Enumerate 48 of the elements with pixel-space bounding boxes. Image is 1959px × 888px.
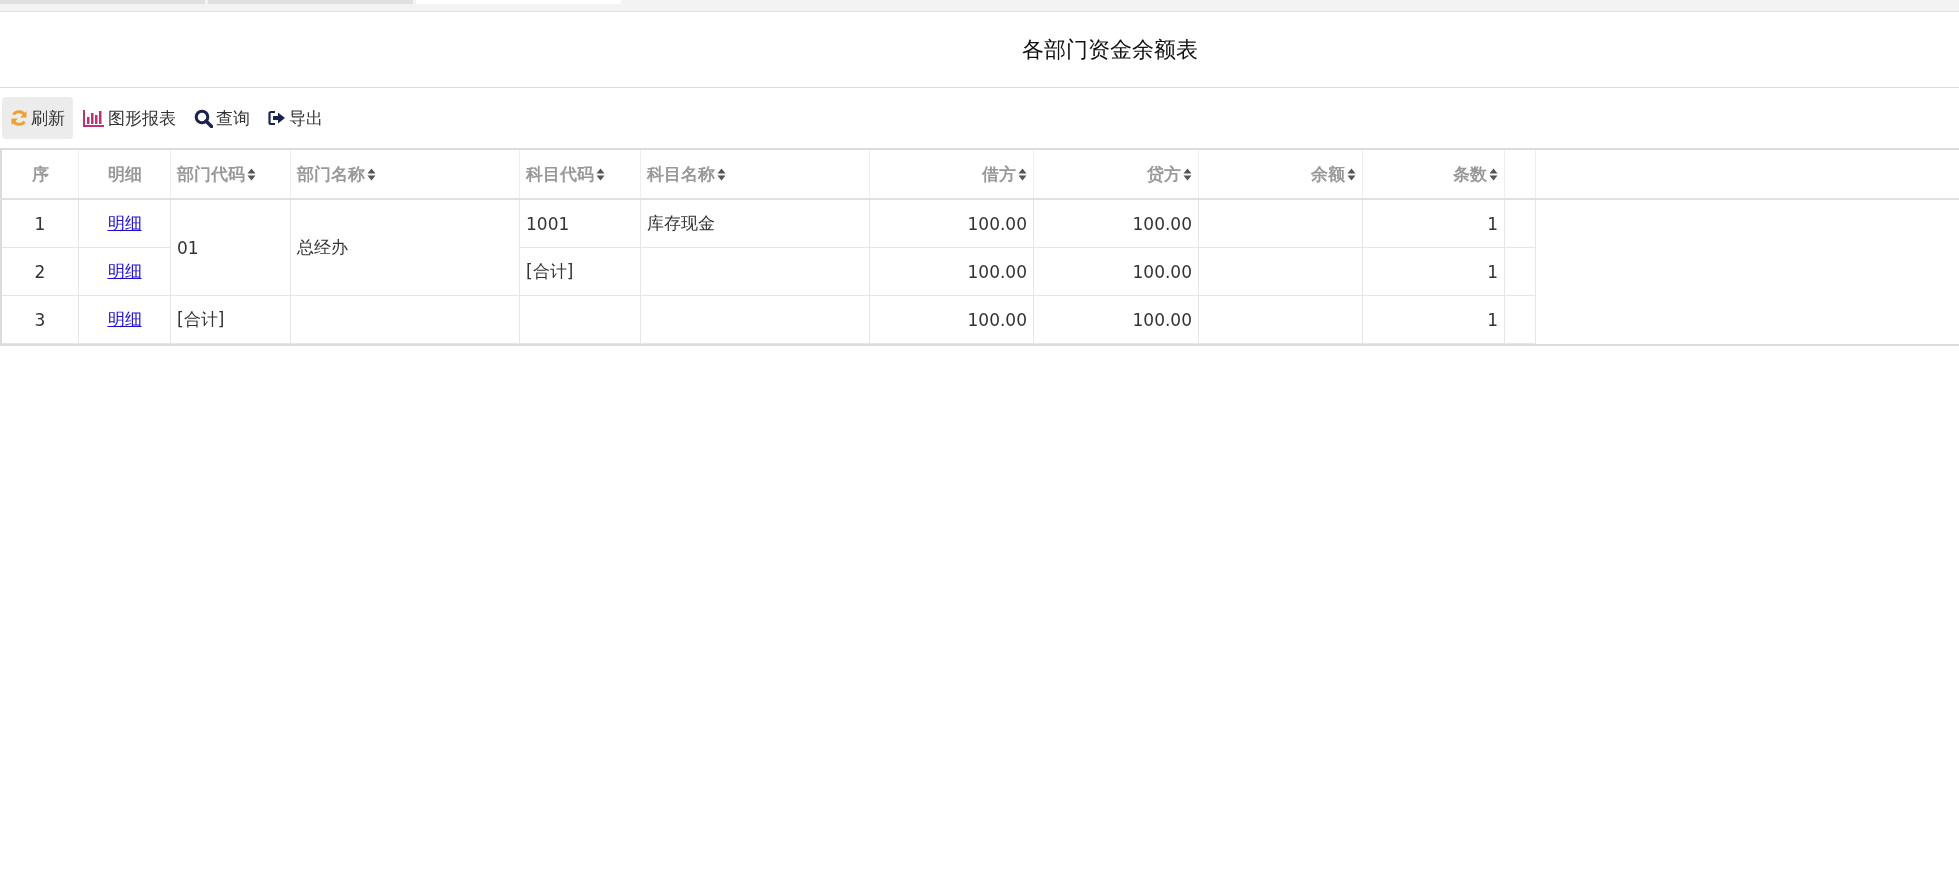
subject-code-cell: [合计] — [519, 247, 641, 296]
row-number-cell: 3 — [1, 295, 79, 344]
department-code-cell: 01 — [170, 199, 291, 296]
sort-icon — [717, 167, 726, 181]
debit-cell: 100.00 — [869, 199, 1034, 248]
sort-icon — [1183, 167, 1192, 181]
column-header[interactable]: 贷方 — [1033, 150, 1199, 199]
column-header[interactable]: 条数 — [1362, 150, 1505, 199]
sort-icon — [1347, 167, 1356, 181]
department-name-cell: 总经办 — [290, 199, 520, 296]
export-button[interactable]: 导出 — [260, 97, 331, 139]
export-icon — [268, 110, 286, 126]
detail-link[interactable]: 明细 — [107, 213, 142, 233]
sort-icon — [247, 167, 256, 181]
sort-icon — [1018, 167, 1027, 181]
row-number-cell: 1 — [1, 199, 79, 248]
count-cell: 1 — [1362, 199, 1505, 248]
refresh-icon — [10, 109, 28, 127]
refresh-button[interactable]: 刷新 — [2, 97, 73, 139]
column-header: 序 — [1, 150, 79, 199]
column-header: 明细 — [78, 150, 171, 199]
detail-link[interactable]: 明细 — [107, 261, 142, 281]
credit-cell: 100.00 — [1033, 295, 1199, 344]
bar-chart-icon — [83, 109, 105, 127]
column-header[interactable]: 部门代码 — [170, 150, 291, 199]
debit-cell: 100.00 — [869, 247, 1034, 296]
subject-name-cell: 库存现金 — [640, 199, 870, 248]
chart-button[interactable]: 图形报表 — [75, 97, 184, 139]
sort-icon — [596, 167, 605, 181]
count-cell: 1 — [1362, 247, 1505, 296]
column-header[interactable]: 部门名称 — [290, 150, 520, 199]
search-icon — [194, 108, 213, 128]
credit-cell: 100.00 — [1033, 247, 1199, 296]
count-cell: 1 — [1362, 295, 1505, 344]
detail-link[interactable]: 明细 — [107, 309, 142, 329]
column-header[interactable]: 借方 — [869, 150, 1034, 199]
credit-cell: 100.00 — [1033, 199, 1199, 248]
row-number-cell: 2 — [1, 247, 79, 296]
search-button[interactable]: 查询 — [186, 97, 258, 139]
subject-code-cell: 1001 — [519, 199, 641, 248]
debit-cell: 100.00 — [869, 295, 1034, 344]
report-title: 各部门资金余额表 — [1022, 35, 1198, 64]
sort-icon — [1489, 167, 1498, 181]
column-header[interactable]: 余额 — [1198, 150, 1363, 199]
column-header[interactable]: 科目代码 — [519, 150, 641, 199]
department-code-cell: [合计] — [170, 295, 291, 344]
column-header[interactable]: 科目名称 — [640, 150, 870, 199]
sort-icon — [367, 167, 376, 181]
